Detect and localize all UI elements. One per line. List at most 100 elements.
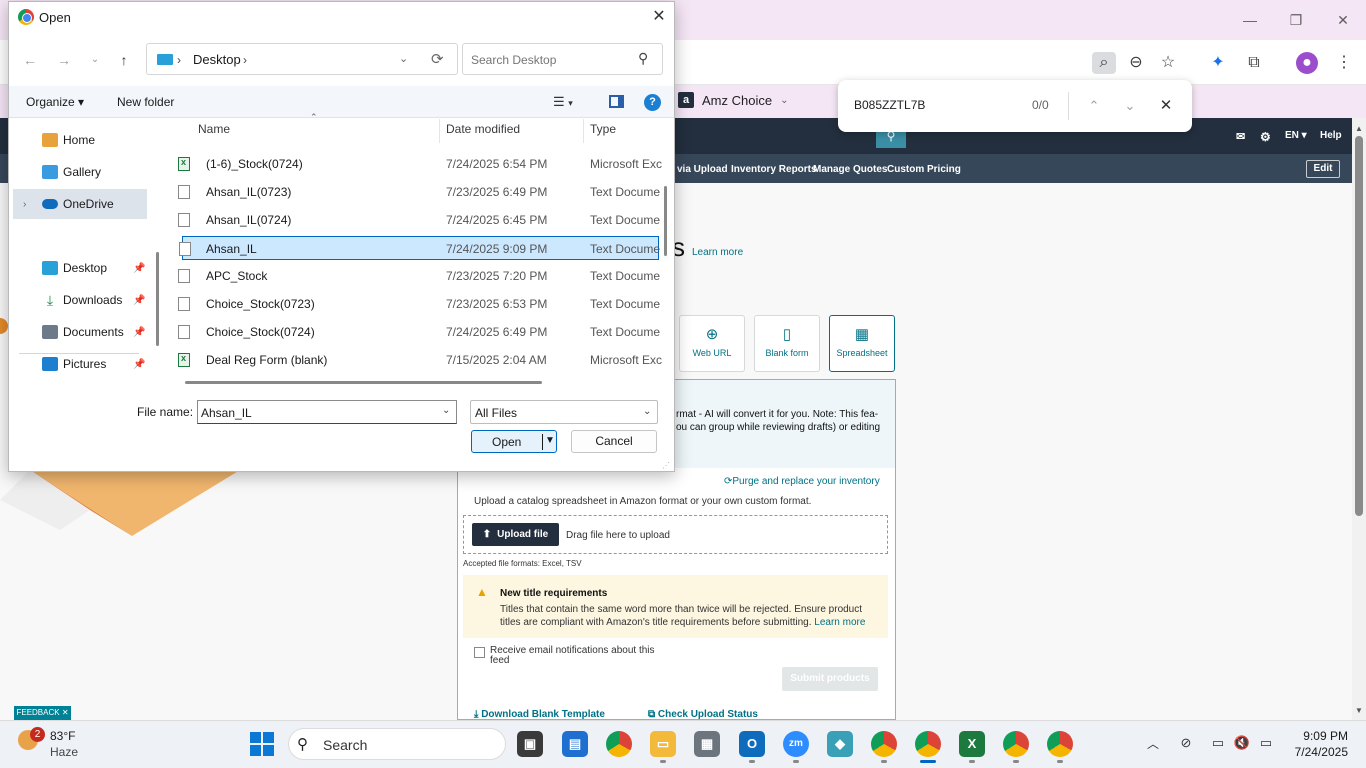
battery-icon[interactable]: ▭	[1257, 735, 1275, 751]
breadcrumb-desktop[interactable]: Desktop	[193, 52, 241, 67]
source-tile-web-url[interactable]: ⊕ Web URL	[679, 315, 745, 372]
microsoft-store-icon[interactable]: ▤	[562, 731, 588, 757]
recent-locations-chevron-icon[interactable]: ⌄	[84, 49, 106, 71]
pin-icon[interactable]: 📌	[133, 359, 145, 370]
task-view-icon[interactable]: ▣	[517, 731, 543, 757]
cancel-button[interactable]: Cancel	[571, 430, 657, 453]
table-row[interactable]: Choice_Stock(0724) 7/24/2025 6:49 PM Tex…	[174, 320, 660, 344]
preview-pane-icon[interactable]	[609, 95, 624, 108]
nav-custom-pricing[interactable]: Custom Pricing	[887, 164, 961, 175]
search-input[interactable]	[471, 51, 631, 69]
pin-icon[interactable]: 📌	[133, 263, 145, 274]
start-button[interactable]	[250, 732, 274, 756]
find-query[interactable]: B085ZZTL7B	[854, 98, 925, 112]
table-row[interactable]: APC_Stock 7/23/2025 7:20 PM Text Docume	[174, 264, 660, 288]
minimize-button[interactable]: —	[1238, 10, 1262, 30]
search-desktop-box[interactable]: ⚲	[462, 43, 663, 75]
file-name-dropdown-icon[interactable]: ⌄	[442, 405, 450, 416]
edit-nav-button[interactable]: Edit	[1306, 160, 1340, 178]
breadcrumb-chevron-icon[interactable]: ›	[243, 53, 247, 67]
back-arrow-icon[interactable]: ←	[19, 49, 41, 71]
nav-scrollbar[interactable]	[156, 252, 159, 346]
clock-time[interactable]: 9:09 PM	[1300, 729, 1348, 743]
forward-arrow-icon[interactable]: →	[53, 49, 75, 71]
column-header-name[interactable]: Name	[198, 122, 230, 136]
language-selector[interactable]: EN ▾	[1285, 130, 1307, 141]
refresh-icon[interactable]: ⟳	[431, 50, 444, 68]
up-arrow-icon[interactable]: ↑	[113, 49, 135, 71]
page-scroll-thumb[interactable]	[1355, 136, 1363, 516]
table-row[interactable]: (1-6)_Stock(0724) 7/24/2025 6:54 PM Micr…	[174, 152, 662, 176]
pin-icon[interactable]: 📌	[133, 295, 145, 306]
nav-item-onedrive[interactable]: › OneDrive	[13, 189, 147, 219]
breadcrumb-chevron-icon[interactable]: ›	[177, 53, 181, 67]
excel-icon[interactable]: X	[959, 731, 985, 757]
upload-file-button[interactable]: ⬆ Upload file	[472, 523, 559, 546]
nav-manage-quotes[interactable]: Manage Quotes	[813, 164, 887, 175]
volume-muted-icon[interactable]: 🔇	[1233, 735, 1251, 751]
dialog-close-icon[interactable]: ✕	[647, 6, 671, 28]
source-tile-spreadsheet[interactable]: ▦ Spreadsheet	[829, 315, 895, 372]
email-notification-checkbox[interactable]	[474, 647, 485, 658]
alert-learn-more-link[interactable]: Learn more	[814, 617, 865, 628]
chrome-icon[interactable]	[606, 731, 632, 757]
file-list-horizontal-scrollbar[interactable]	[185, 381, 542, 384]
open-button[interactable]: Open ▼	[471, 430, 557, 453]
weather-temperature[interactable]: 83°F	[50, 729, 75, 743]
find-previous-icon[interactable]: ⌃	[1082, 94, 1106, 118]
file-name-combobox[interactable]: ⌄	[197, 400, 457, 424]
table-row[interactable]: Choice_Stock(0723) 7/23/2025 6:53 PM Tex…	[174, 292, 660, 316]
settings-gear-icon[interactable]: ⚙	[1260, 130, 1271, 144]
address-dropdown-icon[interactable]: ⌄	[399, 52, 408, 65]
bookmark-star-icon[interactable]: ☆	[1156, 52, 1180, 74]
table-row[interactable]: Ahsan_IL(0724) 7/24/2025 6:45 PM Text Do…	[174, 208, 660, 232]
app-diamond-icon[interactable]: ◆	[827, 731, 853, 757]
nav-upload[interactable]: via Upload	[677, 164, 728, 175]
column-header-type[interactable]: Type	[590, 122, 616, 136]
file-name-input[interactable]	[201, 405, 431, 421]
address-bar[interactable]: › Desktop › ⌄ ⟳	[146, 43, 458, 75]
close-window-button[interactable]: ✕	[1331, 10, 1355, 30]
profile-avatar[interactable]: ●	[1296, 52, 1318, 74]
find-close-icon[interactable]: ✕	[1154, 94, 1178, 118]
new-folder-button[interactable]: New folder	[117, 95, 174, 109]
learn-more-link[interactable]: Learn more	[692, 247, 743, 258]
find-in-page-icon[interactable]: ⌕	[1092, 52, 1116, 74]
download-blank-template-link[interactable]: ⤓ Download Blank Template	[474, 709, 605, 720]
nav-inventory-reports[interactable]: Inventory Reports	[731, 164, 817, 175]
chrome-profile-active-icon[interactable]	[915, 731, 941, 757]
submit-products-button[interactable]: Submit products	[782, 667, 878, 691]
taskbar-search[interactable]: ⚲ Search	[288, 728, 506, 760]
check-upload-status-link[interactable]: ⧉ Check Upload Status	[648, 709, 758, 720]
browser-menu-icon[interactable]: ⋮	[1332, 52, 1356, 74]
chrome-profile-icon[interactable]	[871, 731, 897, 757]
find-next-icon[interactable]: ⌄	[1118, 94, 1142, 118]
help-icon[interactable]: ?	[644, 94, 661, 111]
outlook-icon[interactable]: O	[739, 731, 765, 757]
resize-grip-icon[interactable]: ⋰	[662, 461, 670, 470]
nav-item-downloads[interactable]: ⤓ Downloads 📌	[9, 285, 149, 315]
column-header-date-modified[interactable]: Date modified	[446, 122, 520, 136]
restore-button[interactable]: ❐	[1284, 10, 1308, 30]
table-row-selected[interactable]: Ahsan_IL 7/24/2025 9:09 PM Text Docume	[179, 236, 660, 260]
network-off-icon[interactable]: ⊘	[1177, 735, 1195, 751]
extension-icon[interactable]: ✦	[1206, 52, 1230, 74]
zoom-icon[interactable]: ⊖	[1124, 52, 1148, 74]
chrome-profile-2-icon[interactable]	[1003, 731, 1029, 757]
scroll-down-icon[interactable]: ▼	[1354, 706, 1364, 716]
view-options-icon[interactable]: ☰ ▾	[553, 94, 573, 110]
extensions-puzzle-icon[interactable]: ⧉	[1242, 52, 1266, 74]
scroll-up-icon[interactable]: ▲	[1354, 124, 1364, 134]
file-explorer-icon[interactable]: ▭	[650, 731, 676, 757]
tab-dropdown-icon[interactable]: ⌄	[780, 95, 788, 106]
expand-chevron-icon[interactable]: ›	[23, 199, 26, 210]
display-icon[interactable]: ▭	[1209, 735, 1227, 751]
table-row[interactable]: Ahsan_IL(0723) 7/23/2025 6:49 PM Text Do…	[174, 180, 660, 204]
tray-overflow-chevron-icon[interactable]: ︿	[1147, 735, 1159, 752]
feedback-button[interactable]: FEEDBACK ✕	[14, 706, 71, 720]
nav-item-desktop[interactable]: Desktop 📌	[9, 253, 149, 283]
table-row[interactable]: Deal Reg Form (blank) 7/15/2025 2:04 AM …	[174, 348, 662, 372]
organize-menu[interactable]: Organize ▾	[26, 95, 84, 109]
help-link[interactable]: Help	[1320, 130, 1342, 141]
zoom-app-icon[interactable]: zm	[783, 731, 809, 757]
